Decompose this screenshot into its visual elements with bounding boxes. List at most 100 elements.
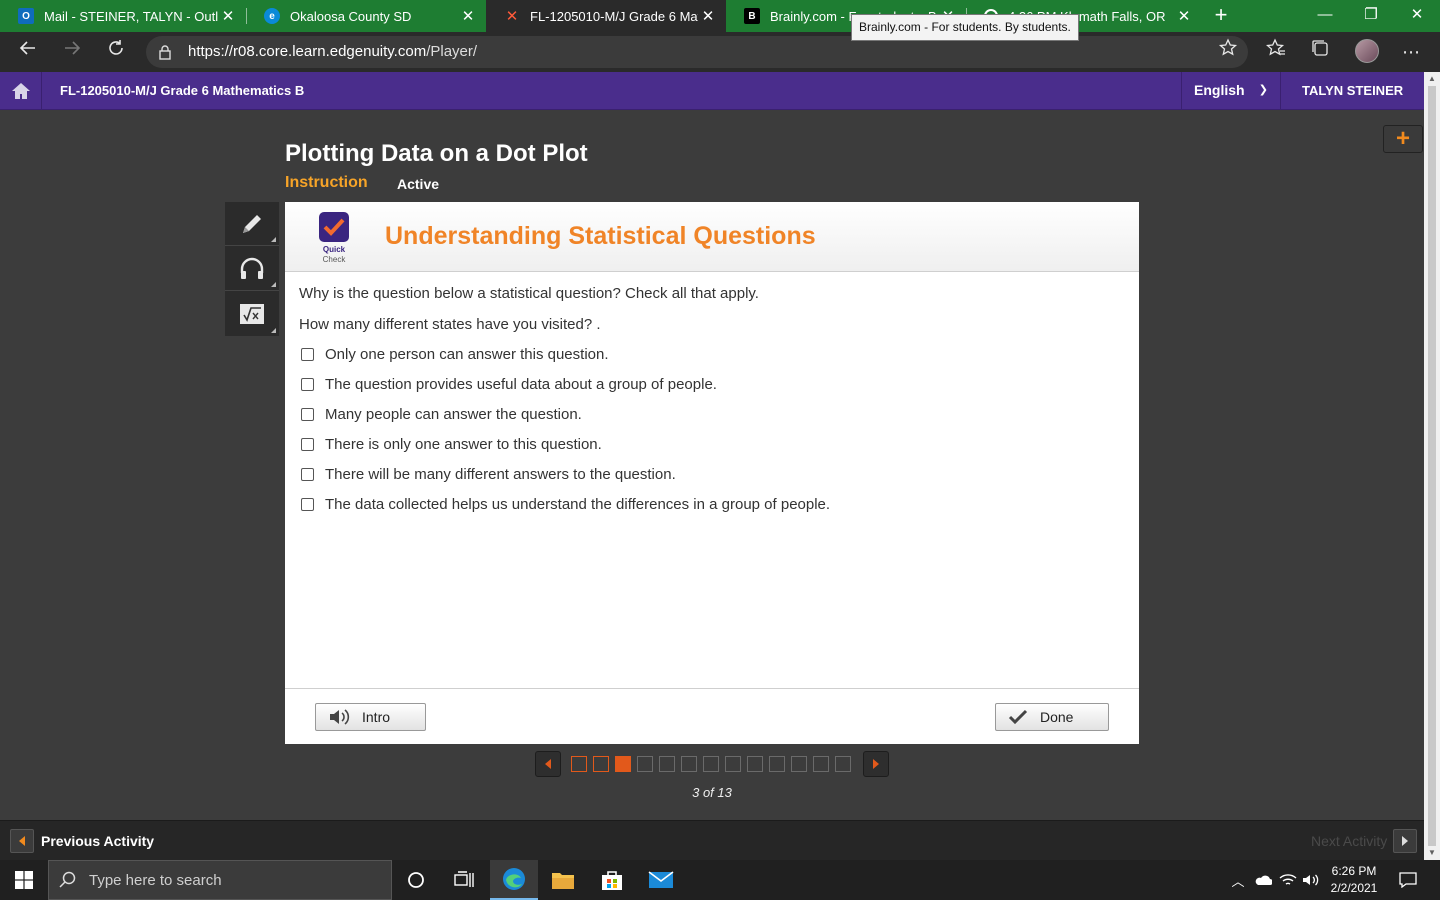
taskbar-mail[interactable] bbox=[637, 860, 685, 900]
page-indicator-1[interactable] bbox=[571, 756, 587, 772]
start-button[interactable] bbox=[0, 860, 48, 900]
quick-check-badge: Quick Check bbox=[322, 245, 346, 264]
edge-icon: e bbox=[264, 8, 280, 24]
option-label: The data collected helps us understand t… bbox=[325, 495, 831, 513]
answer-option-6[interactable]: The data collected helps us understand t… bbox=[301, 494, 830, 514]
back-button[interactable] bbox=[12, 36, 44, 68]
page-indicator-9[interactable] bbox=[747, 756, 763, 772]
language-select[interactable]: English ❯ bbox=[1181, 72, 1281, 110]
cortana-icon bbox=[408, 872, 424, 888]
clock-time: 6:26 PM bbox=[1331, 864, 1377, 878]
system-clock[interactable]: 6:26 PM 2/2/2021 bbox=[1322, 863, 1386, 897]
address-bar[interactable]: https://r08.core.learn.edgenuity.com/Pla… bbox=[146, 36, 1248, 68]
language-label: English bbox=[1194, 82, 1245, 98]
pencil-icon bbox=[243, 214, 261, 233]
arrow-left-icon bbox=[10, 829, 34, 853]
minimize-button[interactable]: — bbox=[1302, 0, 1348, 32]
home-button[interactable] bbox=[0, 72, 42, 110]
page-indicator-4[interactable] bbox=[637, 756, 653, 772]
answer-option-3[interactable]: Many people can answer the question. bbox=[301, 404, 582, 424]
notifications-icon[interactable] bbox=[1394, 860, 1422, 900]
scrollbar-thumb[interactable] bbox=[1428, 86, 1436, 846]
question-prompt: Why is the question below a statistical … bbox=[299, 285, 759, 302]
tab-title: Okaloosa County SD bbox=[290, 8, 412, 24]
scroll-down-icon[interactable]: ▼ bbox=[1424, 846, 1440, 860]
checkbox[interactable] bbox=[301, 377, 314, 391]
next-page-button[interactable] bbox=[863, 751, 889, 777]
settings-menu-button[interactable]: ⋯ bbox=[1395, 36, 1427, 68]
checkmark-icon bbox=[1008, 709, 1028, 725]
chevron-up-icon[interactable]: ︿ bbox=[1228, 860, 1248, 900]
audio-tool-button[interactable] bbox=[225, 247, 279, 291]
checkbox[interactable] bbox=[301, 467, 314, 481]
user-name[interactable]: TALYN STEINER bbox=[1302, 72, 1403, 109]
activity-panel: Quick Check Understanding Statistical Qu… bbox=[285, 202, 1139, 744]
taskbar-search[interactable]: Type here to search bbox=[48, 860, 392, 900]
taskbar-file-explorer[interactable] bbox=[539, 860, 587, 900]
taskbar-edge[interactable] bbox=[490, 860, 538, 900]
page-indicator-13[interactable] bbox=[835, 756, 851, 772]
tab-edgenuity-active[interactable]: ✕ FL-1205010-M/J Grade 6 Mathem ✕ bbox=[486, 0, 726, 32]
checkbox[interactable] bbox=[301, 497, 314, 511]
forward-button[interactable] bbox=[56, 36, 88, 68]
course-title: FL-1205010-M/J Grade 6 Mathematics B bbox=[60, 83, 305, 98]
page-indicator-8[interactable] bbox=[725, 756, 741, 772]
square-root-icon bbox=[240, 304, 264, 324]
next-activity-label: Next Activity bbox=[1311, 833, 1388, 849]
annotate-tool-button[interactable] bbox=[225, 202, 279, 246]
page-indicator-3[interactable] bbox=[615, 756, 631, 772]
answer-option-2[interactable]: The question provides useful data about … bbox=[301, 374, 717, 394]
page-indicator-10[interactable] bbox=[769, 756, 785, 772]
page-indicator-12[interactable] bbox=[813, 756, 829, 772]
page-count: 3 of 13 bbox=[692, 785, 732, 800]
restore-button[interactable]: ❐ bbox=[1348, 0, 1394, 32]
close-tab-icon[interactable]: ✕ bbox=[698, 7, 718, 25]
intro-label: Intro bbox=[362, 709, 391, 725]
chevron-down-icon: ❯ bbox=[1258, 84, 1268, 96]
arrow-right-icon bbox=[1393, 829, 1418, 853]
scroll-up-icon[interactable]: ▲ bbox=[1424, 72, 1440, 86]
favorites-button[interactable] bbox=[1260, 36, 1292, 68]
checkbox[interactable] bbox=[301, 437, 314, 451]
question-text: How many different states have you visit… bbox=[299, 316, 601, 333]
close-tab-icon[interactable]: ✕ bbox=[1174, 7, 1194, 25]
tab-outlook-mail[interactable]: O Mail - STEINER, TALYN - Outlook ✕ bbox=[0, 0, 246, 32]
page-indicator-7[interactable] bbox=[703, 756, 719, 772]
page-indicator-6[interactable] bbox=[681, 756, 697, 772]
answer-option-1[interactable]: Only one person can answer this question… bbox=[301, 344, 609, 364]
checkbox[interactable] bbox=[301, 407, 314, 421]
formula-tool-button[interactable] bbox=[225, 292, 279, 336]
close-window-button[interactable]: ✕ bbox=[1394, 0, 1440, 32]
next-activity-button[interactable]: Next Activity bbox=[1311, 829, 1418, 853]
new-tab-button[interactable]: + bbox=[1208, 3, 1234, 29]
refresh-button[interactable] bbox=[100, 36, 132, 68]
activity-header: Quick Check Understanding Statistical Qu… bbox=[285, 202, 1139, 272]
arrow-right-icon bbox=[873, 759, 879, 769]
page-indicator-2[interactable] bbox=[593, 756, 609, 772]
taskbar-store[interactable] bbox=[588, 860, 636, 900]
checkbox[interactable] bbox=[301, 347, 314, 361]
answer-option-5[interactable]: There will be many different answers to … bbox=[301, 464, 676, 484]
task-view-button[interactable] bbox=[440, 860, 488, 900]
page-scrollbar[interactable]: ▲ ▼ bbox=[1424, 72, 1440, 860]
previous-page-button[interactable] bbox=[535, 751, 561, 777]
close-tab-icon[interactable]: ✕ bbox=[458, 7, 478, 25]
profile-avatar[interactable] bbox=[1355, 39, 1379, 63]
add-favorite-button[interactable] bbox=[1212, 36, 1244, 68]
close-tab-icon[interactable]: ✕ bbox=[218, 7, 238, 25]
volume-icon[interactable] bbox=[1300, 860, 1322, 900]
browser-tab-strip: O Mail - STEINER, TALYN - Outlook ✕ e Ok… bbox=[0, 0, 1440, 32]
cortana-button[interactable] bbox=[392, 860, 440, 900]
collections-button[interactable] bbox=[1304, 36, 1336, 68]
done-button[interactable]: Done bbox=[995, 703, 1109, 731]
intro-button[interactable]: Intro bbox=[315, 703, 426, 731]
lock-icon bbox=[159, 45, 171, 60]
answer-option-4[interactable]: There is only one answer to this questio… bbox=[301, 434, 602, 454]
expand-tools-button[interactable]: + bbox=[1383, 125, 1423, 153]
page-indicator-5[interactable] bbox=[659, 756, 675, 772]
wifi-icon[interactable] bbox=[1277, 860, 1299, 900]
onedrive-icon[interactable] bbox=[1252, 860, 1274, 900]
page-indicator-11[interactable] bbox=[791, 756, 807, 772]
tab-okaloosa[interactable]: e Okaloosa County SD ✕ bbox=[246, 0, 486, 32]
previous-activity-button[interactable]: Previous Activity bbox=[10, 829, 154, 853]
